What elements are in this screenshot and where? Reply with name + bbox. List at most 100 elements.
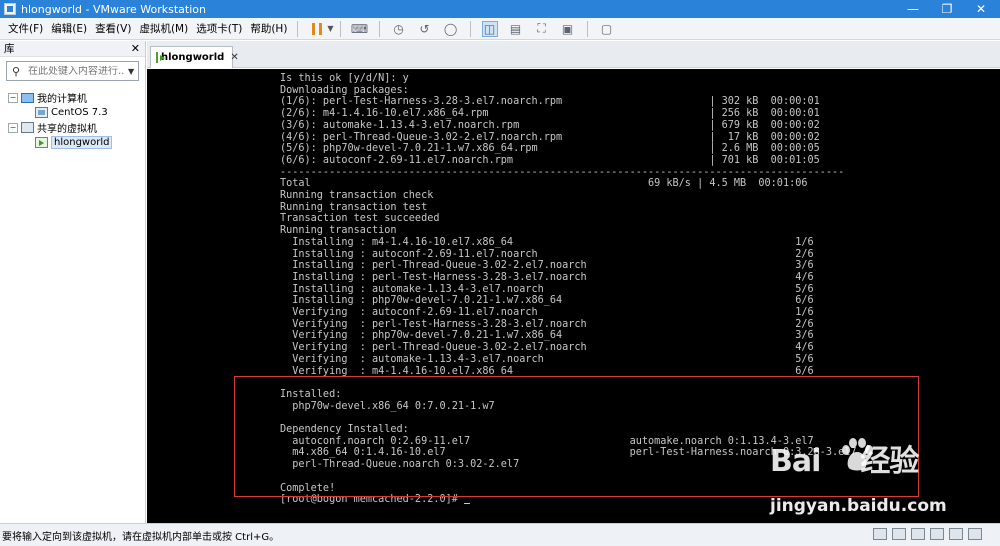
tab-close-icon[interactable]: ✕ bbox=[230, 52, 238, 63]
thumbnail-bar-button[interactable]: ▤ bbox=[508, 21, 524, 37]
maximize-button[interactable]: ❐ bbox=[930, 0, 964, 18]
terminal-line: Installing : perl-Thread-Queue-3.02-2.el… bbox=[280, 260, 814, 272]
tree-item-label: hlongworld bbox=[51, 136, 113, 149]
terminal-line: Installing : autoconf-2.69-11.el7.noarch… bbox=[280, 248, 814, 260]
network-adapter-icon[interactable] bbox=[911, 528, 925, 540]
hard-disk-icon[interactable] bbox=[873, 528, 887, 540]
menu-edit[interactable]: 编辑(E) bbox=[47, 21, 91, 36]
terminal-line: Verifying : php70w-devel-7.0.21-1.w7.x86… bbox=[280, 330, 814, 342]
vmware-app-icon bbox=[4, 3, 16, 15]
collapse-toggle-icon[interactable]: − bbox=[8, 92, 18, 103]
snapshot-icon: ◷ bbox=[393, 21, 404, 36]
terminal-line: Installing : perl-Test-Harness-3.28-3.el… bbox=[280, 271, 814, 283]
tree-item-shared-vms[interactable]: − 共享的虚拟机 bbox=[8, 120, 145, 135]
tab-strip: hlongworld ✕ bbox=[147, 41, 1000, 68]
menu-help[interactable]: 帮助(H) bbox=[246, 21, 291, 36]
toolbar-separator bbox=[339, 20, 341, 37]
terminal-line: (5/6): php70w-devel-7.0.21-1.w7.x86_64.r… bbox=[280, 143, 820, 155]
menu-view[interactable]: 查看(V) bbox=[91, 21, 135, 36]
search-icon: ⚲ bbox=[12, 64, 21, 78]
display-icon[interactable] bbox=[968, 528, 982, 540]
tree-item-my-computer[interactable]: − 我的计算机 bbox=[8, 90, 145, 105]
status-message: 要将输入定向到该虚拟机，请在虚拟机内部单击或按 Ctrl+G。 bbox=[2, 532, 280, 543]
terminal-line: Is this ok [y/d/N]: y bbox=[280, 73, 409, 84]
menu-file[interactable]: 文件(F) bbox=[4, 21, 47, 36]
terminal-line: Downloading packages: bbox=[280, 84, 409, 96]
tree-item-centos[interactable]: CentOS 7.3 bbox=[8, 105, 145, 120]
terminal-line: Installing : automake-1.13.4-3.el7.noarc… bbox=[280, 283, 814, 295]
menu-vm[interactable]: 虚拟机(M) bbox=[135, 21, 192, 36]
terminal-line: (1/6): perl-Test-Harness-3.28-3.el7.noar… bbox=[280, 96, 820, 108]
terminal-line: (6/6): autoconf-2.69-11.el7.noarch.rpm |… bbox=[280, 154, 820, 166]
terminal-line: Transaction test succeeded bbox=[280, 213, 440, 225]
terminal-line: Running transaction check bbox=[280, 190, 434, 201]
vm-icon bbox=[35, 107, 48, 118]
chevron-down-icon[interactable]: ▼ bbox=[128, 67, 134, 76]
tab-hlongworld[interactable]: hlongworld ✕ bbox=[150, 46, 239, 68]
revert-snapshot-button[interactable]: ↺ bbox=[417, 21, 433, 37]
terminal-line: Total 69 kB/s | 4.5 MB 00:01:06 bbox=[280, 178, 808, 190]
close-button[interactable]: ✕ bbox=[964, 0, 998, 18]
terminal-line: Running transaction test bbox=[280, 201, 428, 213]
pause-icon bbox=[312, 22, 323, 35]
terminal-line: (3/6): automake-1.13.4-3.el7.noarch.rpm … bbox=[280, 119, 820, 131]
terminal-line: Verifying : automake-1.13.4-3.el7.noarch… bbox=[280, 353, 814, 365]
console-view-icon: ▢ bbox=[600, 21, 613, 36]
snapshot-manager-icon: ◯ bbox=[443, 21, 458, 36]
terminal-line: (4/6): perl-Thread-Queue-3.02-2.el7.noar… bbox=[280, 131, 820, 143]
terminal-line: Running transaction bbox=[280, 225, 397, 237]
sound-card-icon[interactable] bbox=[949, 528, 963, 540]
toolbar-separator bbox=[378, 20, 380, 37]
vm-console[interactable]: Is this ok [y/d/N]: y Downloading package… bbox=[147, 69, 1000, 523]
terminal-line: ----------------------------------------… bbox=[280, 166, 845, 178]
vmware-window: hlongworld - VMware Workstation — ❐ ✕ 文件… bbox=[0, 0, 1000, 546]
terminal-line: Verifying : perl-Thread-Queue-3.02-2.el7… bbox=[280, 342, 814, 354]
tree-item-hlongworld[interactable]: hlongworld bbox=[8, 135, 145, 150]
usb-device-icon[interactable] bbox=[930, 528, 944, 540]
snapshot-button[interactable]: ◷ bbox=[391, 21, 407, 37]
menu-tabs[interactable]: 选项卡(T) bbox=[192, 21, 246, 36]
toolbar-separator bbox=[297, 20, 299, 37]
unity-button[interactable]: ▣ bbox=[560, 21, 576, 37]
unity-icon: ▣ bbox=[561, 21, 574, 36]
keyboard-icon: ⌨ bbox=[350, 21, 369, 36]
library-title: 库 bbox=[4, 43, 15, 55]
library-search[interactable]: ⚲ ▼ bbox=[6, 61, 139, 81]
title-bar: hlongworld - VMware Workstation — ❐ ✕ bbox=[0, 0, 1000, 18]
computer-icon bbox=[21, 92, 34, 103]
snapshot-manager-button[interactable]: ◯ bbox=[443, 21, 459, 37]
collapse-toggle-icon[interactable]: − bbox=[8, 122, 18, 133]
library-close-icon[interactable]: ✕ bbox=[131, 41, 140, 57]
send-ctrl-alt-del-button[interactable]: ⌨ bbox=[350, 21, 369, 37]
library-search-input[interactable] bbox=[28, 65, 124, 77]
running-vm-icon bbox=[156, 52, 165, 63]
power-dropdown-icon[interactable]: ▼ bbox=[327, 24, 333, 33]
toolbar-separator bbox=[586, 20, 588, 37]
revert-icon: ↺ bbox=[419, 21, 430, 36]
pause-button[interactable] bbox=[309, 21, 325, 37]
menu-bar: 文件(F) 编辑(E) 查看(V) 虚拟机(M) 选项卡(T) 帮助(H) ▼ … bbox=[0, 18, 1000, 40]
running-vm-icon bbox=[35, 137, 48, 148]
library-panel: 库 ✕ ⚲ ▼ − 我的计算机 CentOS 7.3 − 共享的虚拟机 bbox=[0, 41, 146, 523]
toolbar-separator bbox=[469, 20, 471, 37]
full-screen-button[interactable]: ⛶ bbox=[534, 21, 550, 37]
library-view-icon: ◫ bbox=[483, 21, 496, 36]
cd-drive-icon[interactable] bbox=[892, 528, 906, 540]
terminal-line: Installing : php70w-devel-7.0.21-1.w7.x8… bbox=[280, 295, 814, 307]
terminal-cursor bbox=[464, 503, 471, 505]
window-title: hlongworld - VMware Workstation bbox=[21, 2, 206, 16]
shared-vms-icon bbox=[21, 122, 34, 133]
terminal-line: Verifying : autoconf-2.69-11.el7.noarch … bbox=[280, 307, 814, 318]
tree-item-label: 我的计算机 bbox=[37, 94, 87, 105]
terminal-line: Verifying : perl-Test-Harness-3.28-3.el7… bbox=[280, 318, 814, 330]
tab-label: hlongworld bbox=[161, 52, 225, 63]
tree-item-label: CentOS 7.3 bbox=[51, 107, 108, 118]
thumbnail-icon: ▤ bbox=[509, 21, 522, 36]
show-library-button[interactable]: ◫ bbox=[481, 20, 498, 37]
console-view-button[interactable]: ▢ bbox=[599, 21, 615, 37]
minimize-button[interactable]: — bbox=[896, 0, 930, 18]
device-status-icons bbox=[873, 528, 982, 540]
fullscreen-icon: ⛶ bbox=[537, 21, 546, 35]
terminal-line: Installing : m4-1.4.16-10.el7.x86_64 1/6 bbox=[280, 236, 814, 248]
library-header: 库 ✕ bbox=[0, 41, 145, 57]
